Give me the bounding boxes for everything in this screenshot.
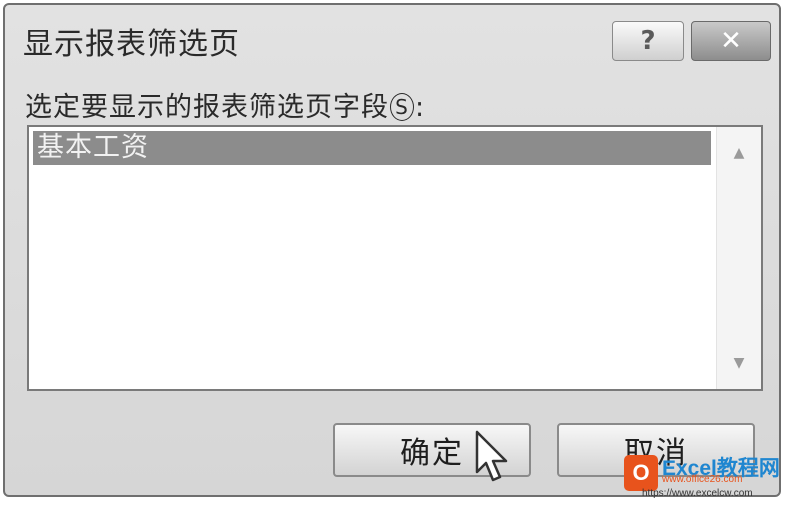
- mouse-pointer-icon: [475, 430, 508, 482]
- office-logo-icon: O: [624, 455, 658, 491]
- dialog-title: 显示报表筛选页: [23, 27, 240, 62]
- field-prompt-label: 选定要显示的报表筛选页字段 S:: [25, 85, 425, 124]
- help-icon: ?: [640, 26, 656, 56]
- site-watermark: O Excel教程网 www.office26.com https://www.…: [624, 452, 789, 502]
- watermark-subtitle: www.office26.com: [662, 474, 743, 485]
- watermark-url: https://www.excelcw.com: [642, 488, 753, 499]
- help-button[interactable]: ?: [612, 21, 684, 61]
- report-filter-pages-dialog: 显示报表筛选页 ? ✕ 选定要显示的报表筛选页字段 S: 基本工资 ▲ ▼ 确定 …: [3, 3, 781, 497]
- vertical-scrollbar[interactable]: ▲ ▼: [716, 127, 761, 389]
- accelerator-key: S: [390, 93, 414, 121]
- scroll-up-arrow-icon[interactable]: ▲: [717, 135, 761, 171]
- prompt-text: 选定要显示的报表筛选页字段: [25, 92, 389, 123]
- scroll-down-arrow-icon[interactable]: ▼: [717, 345, 761, 381]
- field-listbox[interactable]: 基本工资 ▲ ▼: [27, 125, 763, 391]
- list-item-selected[interactable]: 基本工资: [33, 131, 711, 165]
- prompt-colon: :: [415, 92, 426, 123]
- title-bar[interactable]: 显示报表筛选页 ? ✕: [5, 5, 779, 71]
- close-icon: ✕: [720, 26, 742, 56]
- close-button[interactable]: ✕: [691, 21, 771, 61]
